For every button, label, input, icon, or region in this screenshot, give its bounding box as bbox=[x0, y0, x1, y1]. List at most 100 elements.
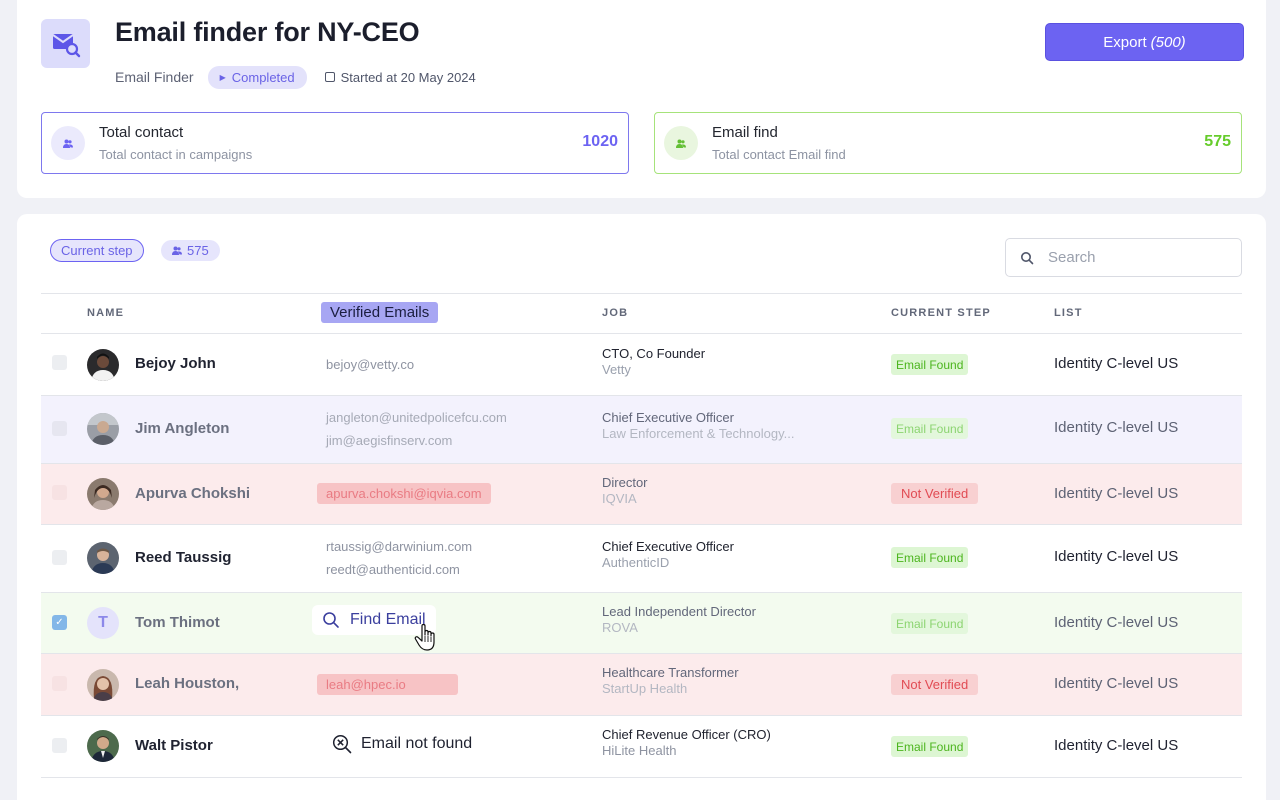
avatar bbox=[87, 478, 119, 510]
contact-count-badge: 575 bbox=[161, 240, 220, 261]
job-title: Chief Executive Officer bbox=[602, 539, 734, 554]
job-company: HiLite Health bbox=[602, 743, 677, 758]
search-input[interactable] bbox=[1048, 249, 1218, 266]
job-company: AuthenticID bbox=[602, 555, 670, 570]
contact-email[interactable]: reedt@authenticid.com bbox=[326, 562, 460, 577]
current-step-filter[interactable]: Current step bbox=[50, 239, 144, 262]
table-row[interactable]: Apurva Chokshi apurva.chokshi@iqvia.com … bbox=[41, 464, 1242, 525]
contact-name[interactable]: Bejoy John bbox=[135, 355, 216, 372]
list-name: Identity C-level US bbox=[1054, 419, 1179, 436]
play-icon: ▶ bbox=[219, 72, 226, 82]
column-header-job[interactable]: JOB bbox=[602, 307, 628, 319]
list-name: Identity C-level US bbox=[1054, 548, 1179, 565]
list-name: Identity C-level US bbox=[1054, 614, 1179, 631]
contact-name[interactable]: Tom Thimot bbox=[135, 614, 220, 631]
list-name: Identity C-level US bbox=[1054, 485, 1179, 502]
job-company: IQVIA bbox=[602, 491, 637, 506]
email-find-value: 575 bbox=[1204, 133, 1231, 150]
search-off-icon bbox=[332, 734, 352, 754]
avatar bbox=[87, 542, 119, 574]
job-company: ROVA bbox=[602, 620, 638, 635]
email-not-found: Email not found bbox=[332, 734, 472, 754]
finder-label: Email Finder bbox=[115, 69, 194, 85]
list-name: Identity C-level US bbox=[1054, 675, 1179, 692]
contact-email[interactable]: rtaussig@darwinium.com bbox=[326, 539, 472, 554]
row-checkbox[interactable] bbox=[52, 355, 67, 370]
table-row[interactable]: Leah Houston, leah@hpec.io Healthcare Tr… bbox=[41, 654, 1242, 716]
job-title: Chief Revenue Officer (CRO) bbox=[602, 727, 771, 742]
table-header: NAME Verified Emails JOB CURRENT STEP LI… bbox=[41, 293, 1242, 334]
total-contact-title: Total contact bbox=[99, 124, 184, 141]
status-badge: Not Verified bbox=[891, 674, 979, 695]
avatar bbox=[87, 730, 119, 762]
row-checkbox[interactable] bbox=[52, 421, 67, 436]
contact-email[interactable]: bejoy@vetty.co bbox=[326, 357, 414, 372]
started-date: Started at 20 May 2024 bbox=[324, 69, 476, 85]
job-company: Vetty bbox=[602, 362, 631, 377]
row-checkbox-checked[interactable]: ✓ bbox=[52, 615, 67, 630]
export-count: (500) bbox=[1150, 33, 1186, 51]
contact-email[interactable]: jangleton@unitedpolicefcu.com bbox=[326, 410, 507, 425]
list-name: Identity C-level US bbox=[1054, 355, 1179, 372]
status-badge: Email Found bbox=[891, 547, 969, 568]
table-row[interactable]: ✓ T Tom Thimot Find Email Lead Independe… bbox=[41, 593, 1242, 654]
total-contact-card: Total contact Total contact in campaigns… bbox=[41, 112, 629, 174]
status-badge: Email Found bbox=[891, 418, 969, 439]
email-find-title: Email find bbox=[712, 124, 778, 141]
total-contact-subtitle: Total contact in campaigns bbox=[99, 147, 253, 162]
status-label: Completed bbox=[231, 69, 295, 85]
table-row[interactable]: Bejoy John bejoy@vetty.co CTO, Co Founde… bbox=[41, 334, 1242, 396]
contact-name[interactable]: Reed Taussig bbox=[135, 549, 231, 566]
calendar-icon bbox=[324, 72, 335, 82]
row-checkbox[interactable] bbox=[52, 676, 67, 691]
contact-name[interactable]: Apurva Chokshi bbox=[135, 485, 250, 502]
contact-name[interactable]: Walt Pistor bbox=[135, 737, 213, 754]
search-box[interactable] bbox=[1005, 238, 1242, 277]
job-title: Director bbox=[602, 475, 648, 490]
job-company: Law Enforcement & Technology... bbox=[602, 426, 795, 441]
status-badge: Email Found bbox=[891, 613, 969, 634]
users-icon bbox=[172, 246, 182, 255]
export-button[interactable]: Export (500) bbox=[1045, 23, 1244, 61]
export-label: Export bbox=[1103, 33, 1147, 51]
job-title: Lead Independent Director bbox=[602, 604, 756, 619]
table-row[interactable]: Walt Pistor Email not found Chief Revenu… bbox=[41, 716, 1242, 778]
search-icon bbox=[323, 612, 339, 628]
email-finder-logo-icon bbox=[41, 19, 90, 68]
users-icon bbox=[51, 126, 85, 160]
column-header-current-step[interactable]: CURRENT STEP bbox=[891, 307, 991, 319]
contact-name[interactable]: Leah Houston, bbox=[135, 675, 239, 692]
column-header-name[interactable]: NAME bbox=[87, 307, 124, 319]
email-find-subtitle: Total contact Email find bbox=[712, 147, 846, 162]
avatar bbox=[87, 349, 119, 381]
status-badge: Email Found bbox=[891, 354, 969, 375]
contact-name[interactable]: Jim Angleton bbox=[135, 420, 229, 437]
list-name: Identity C-level US bbox=[1054, 737, 1179, 754]
row-checkbox[interactable] bbox=[52, 738, 67, 753]
started-label: Started at 20 May 2024 bbox=[340, 69, 476, 85]
email-not-found-label: Email not found bbox=[361, 735, 473, 752]
table-row[interactable]: Jim Angleton jangleton@unitedpolicefcu.c… bbox=[41, 396, 1242, 464]
search-icon bbox=[1021, 251, 1034, 264]
contact-email[interactable]: jim@aegisfinserv.com bbox=[326, 433, 452, 448]
job-title: Healthcare Transformer bbox=[602, 665, 739, 680]
status-badge: ▶ Completed bbox=[207, 65, 307, 89]
job-company: StartUp Health bbox=[602, 681, 688, 696]
avatar bbox=[87, 669, 119, 701]
column-header-list[interactable]: LIST bbox=[1054, 307, 1083, 319]
contact-email[interactable]: leah@hpec.io bbox=[317, 674, 458, 695]
status-badge: Email Found bbox=[891, 736, 969, 757]
status-badge: Not Verified bbox=[891, 483, 979, 504]
avatar: T bbox=[87, 607, 119, 639]
table-row[interactable]: Reed Taussig rtaussig@darwinium.com reed… bbox=[41, 525, 1242, 593]
column-header-verified-emails[interactable]: Verified Emails bbox=[321, 302, 439, 323]
job-title: Chief Executive Officer bbox=[602, 410, 734, 425]
row-checkbox[interactable] bbox=[52, 550, 67, 565]
row-checkbox[interactable] bbox=[52, 485, 67, 500]
email-find-card: Email find Total contact Email find 575 bbox=[654, 112, 1242, 174]
avatar bbox=[87, 413, 119, 445]
total-contact-value: 1020 bbox=[582, 133, 618, 150]
contact-email[interactable]: apurva.chokshi@iqvia.com bbox=[317, 483, 491, 504]
users-icon bbox=[664, 126, 698, 160]
header-meta: Email Finder ▶ Completed Started at 20 M… bbox=[115, 65, 476, 89]
